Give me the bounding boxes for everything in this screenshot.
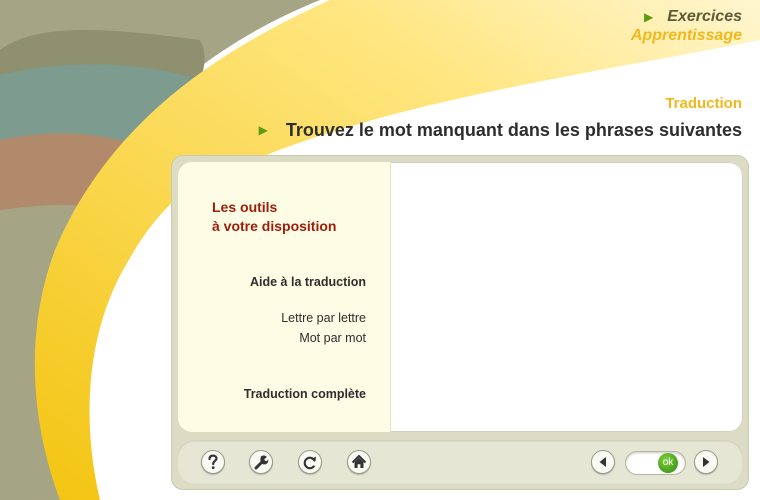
breadcrumb-exercices[interactable]: ▶ Exercices [644,8,742,26]
tools-title-line1: Les outils [212,199,278,215]
play-arrow-icon: ▶ [644,10,654,24]
tools-button[interactable] [249,450,273,474]
arrow-left-icon [599,457,606,467]
home-button[interactable] [347,450,371,474]
tools-sidebar: Les outils à votre disposition Aide à la… [178,162,391,432]
home-icon [351,455,367,468]
instruction-line: ▶ Trouvez le mot manquant dans les phrase… [259,120,742,141]
previous-button[interactable] [591,450,615,474]
wrench-icon [254,455,269,470]
play-arrow-icon: ▶ [258,123,268,137]
tools-title-line2: à votre disposition [212,218,337,234]
help-button[interactable] [201,450,225,474]
ok-button[interactable]: ok [658,453,678,473]
section-title: Traduction [665,95,742,112]
letter-by-letter-link[interactable]: Lettre par lettre [281,311,366,325]
bottom-toolbar: ok [177,440,743,484]
breadcrumb-apprentissage[interactable]: Apprentissage [631,27,742,45]
breadcrumb-exercices-label: Exercices [667,8,742,25]
tools-title: Les outils à votre disposition [212,198,336,236]
translation-help-link[interactable]: Aide à la traduction [250,275,366,289]
answer-validation-field[interactable]: ok [625,451,686,475]
arrow-right-icon [703,457,710,467]
exercise-content-area [391,162,743,432]
question-mark-icon [208,454,218,469]
word-by-word-link[interactable]: Mot par mot [299,331,366,345]
redo-icon [303,456,316,470]
instruction-text: Trouvez le mot manquant dans les phrases… [285,120,742,140]
full-translation-link[interactable]: Traduction complète [244,387,366,401]
exercise-panel: Les outils à votre disposition Aide à la… [178,162,743,432]
redo-button[interactable] [298,450,322,474]
next-button[interactable] [694,450,718,474]
